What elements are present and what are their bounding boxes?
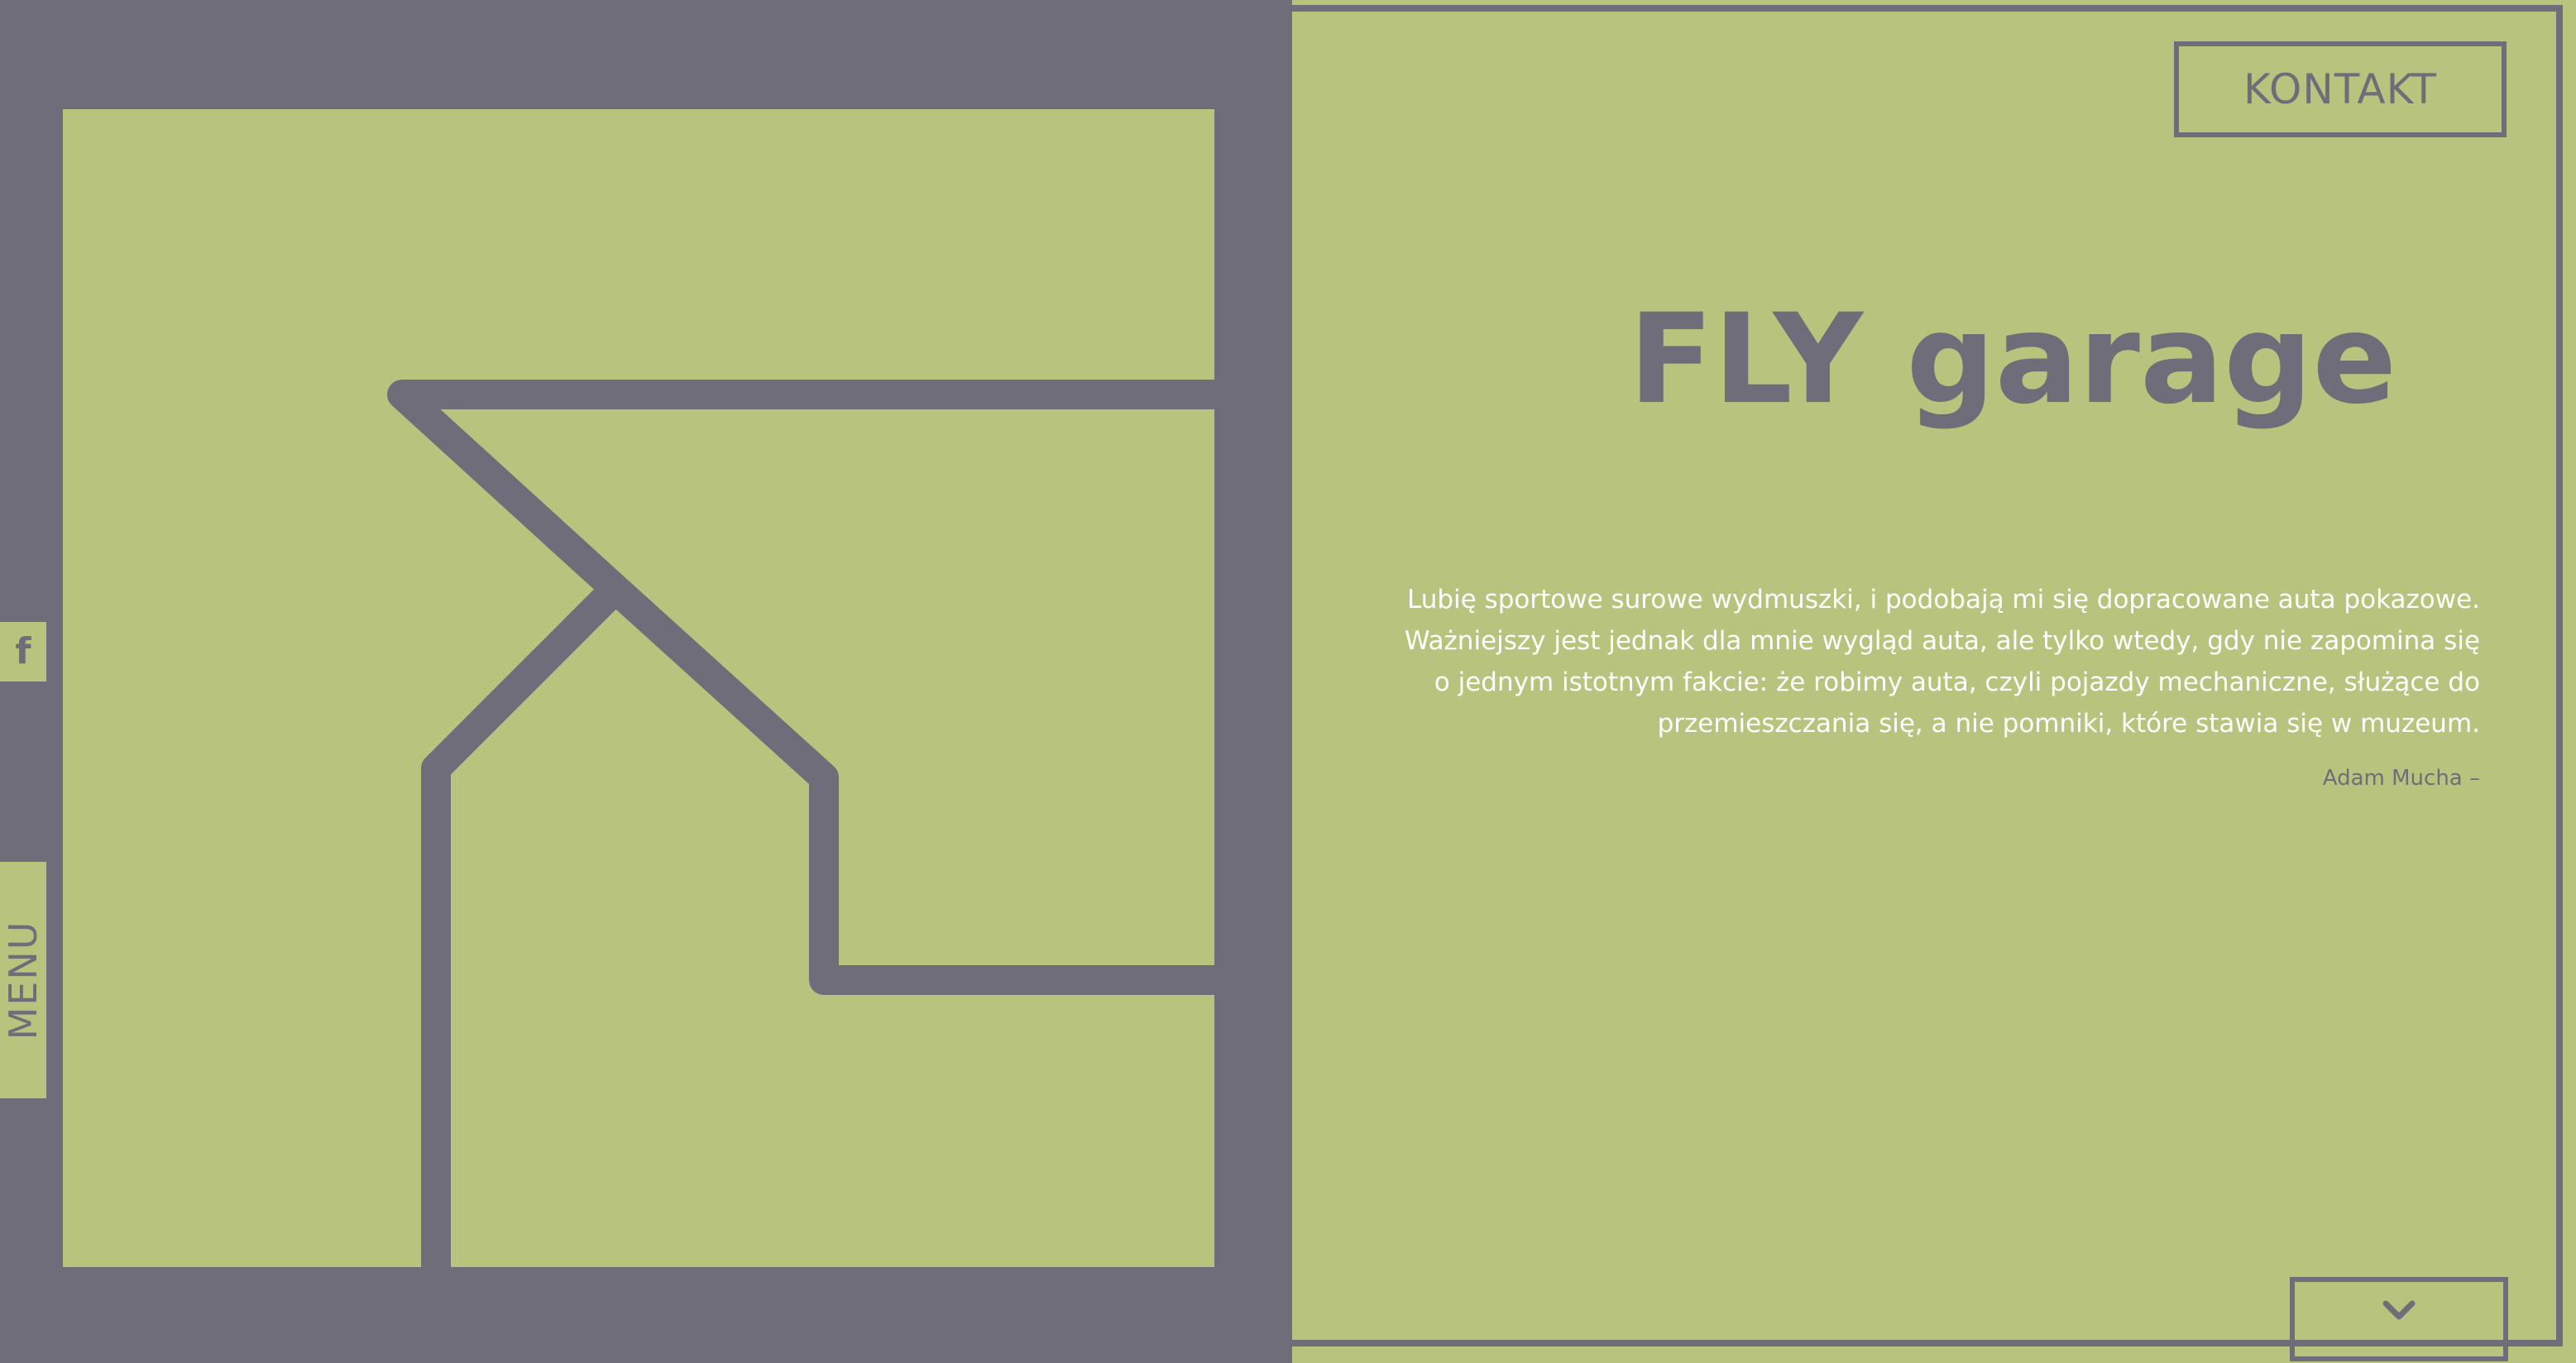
facebook-tab[interactable]: f (0, 622, 46, 682)
quote-line: Ważniejszy jest jednak dla mnie wygląd a… (1404, 626, 2480, 656)
page: f MENU KONTAKT FLY garage Lubię sportowe… (0, 0, 2576, 1363)
quote-line: Lubię sportowe surowe wydmuszki, i podob… (1406, 585, 2480, 615)
scroll-down-button[interactable] (2290, 1277, 2508, 1361)
logo-square (63, 109, 1214, 1267)
logo-panel (0, 0, 1292, 1363)
content-panel: KONTAKT FLY garage Lubię sportowe surowe… (1292, 0, 2576, 1363)
page-title: FLY garage (1628, 288, 2397, 432)
contact-button[interactable]: KONTAKT (2174, 41, 2507, 137)
fly-garage-logo-icon (387, 380, 1214, 1267)
quote-line: o jednym istotnym fakcie: że robimy auta… (1434, 667, 2480, 697)
menu-button[interactable]: MENU (0, 862, 46, 1098)
chevron-down-icon (2382, 1300, 2416, 1320)
menu-label: MENU (1, 920, 45, 1040)
quote: Lubię sportowe surowe wydmuszki, i podob… (1355, 579, 2480, 744)
quote-author: Adam Mucha – (2322, 766, 2480, 791)
facebook-icon: f (15, 630, 31, 672)
quote-line: przemieszczania się, a nie pomniki, któr… (1657, 709, 2480, 739)
